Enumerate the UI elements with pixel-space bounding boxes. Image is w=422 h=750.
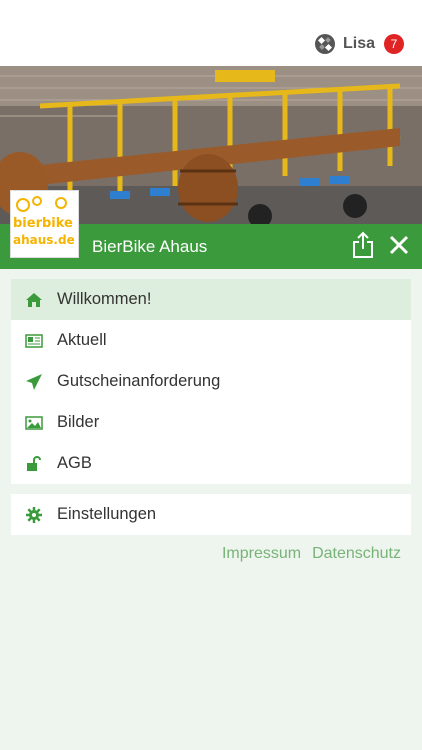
unlock-icon — [24, 454, 44, 474]
user-menu[interactable]: Lisa 7 — [314, 31, 404, 57]
menu-item-einstellungen[interactable]: Einstellungen — [11, 494, 411, 535]
logo-line1: bierbike — [13, 216, 73, 231]
brand-logo: bierbike ahaus.de — [10, 190, 79, 258]
image-icon — [24, 413, 44, 433]
menu-item-label: AGB — [57, 454, 92, 472]
paper-plane-icon — [24, 372, 44, 392]
footer-links: Impressum Datenschutz — [222, 545, 401, 563]
menu-item-bilder[interactable]: Bilder — [11, 402, 411, 443]
menu-item-label: Willkommen! — [57, 290, 152, 308]
gear-icon — [24, 505, 44, 525]
close-icon[interactable] — [389, 235, 409, 255]
menu-item-agb[interactable]: AGB — [11, 443, 411, 484]
menu-item-willkommen[interactable]: Willkommen! — [11, 279, 411, 320]
menu-item-label: Gutscheinanforderung — [57, 372, 221, 390]
share-icon[interactable] — [351, 231, 375, 259]
impressum-link[interactable]: Impressum — [222, 545, 301, 563]
menu-item-gutscheinanforderung[interactable]: Gutscheinanforderung — [11, 361, 411, 402]
logo-line2: ahaus.de — [13, 233, 75, 247]
settings-menu: Einstellungen — [11, 494, 411, 535]
menu-item-aktuell[interactable]: Aktuell — [11, 320, 411, 361]
menu-item-label: Einstellungen — [57, 505, 157, 523]
user-name: Lisa — [342, 35, 375, 52]
top-bar: Lisa 7 — [0, 0, 422, 66]
menu-item-label: Bilder — [57, 413, 100, 431]
navigation-menu: Willkommen! Aktuell Gutscheinanforderung… — [11, 279, 411, 484]
app-title: BierBike Ahaus — [92, 237, 208, 256]
newspaper-icon — [24, 331, 44, 351]
menu-item-label: Aktuell — [57, 331, 107, 349]
notification-badge[interactable]: 7 — [384, 34, 404, 54]
user-avatar-icon — [314, 34, 335, 54]
datenschutz-link[interactable]: Datenschutz — [312, 545, 401, 563]
home-icon — [24, 290, 44, 310]
